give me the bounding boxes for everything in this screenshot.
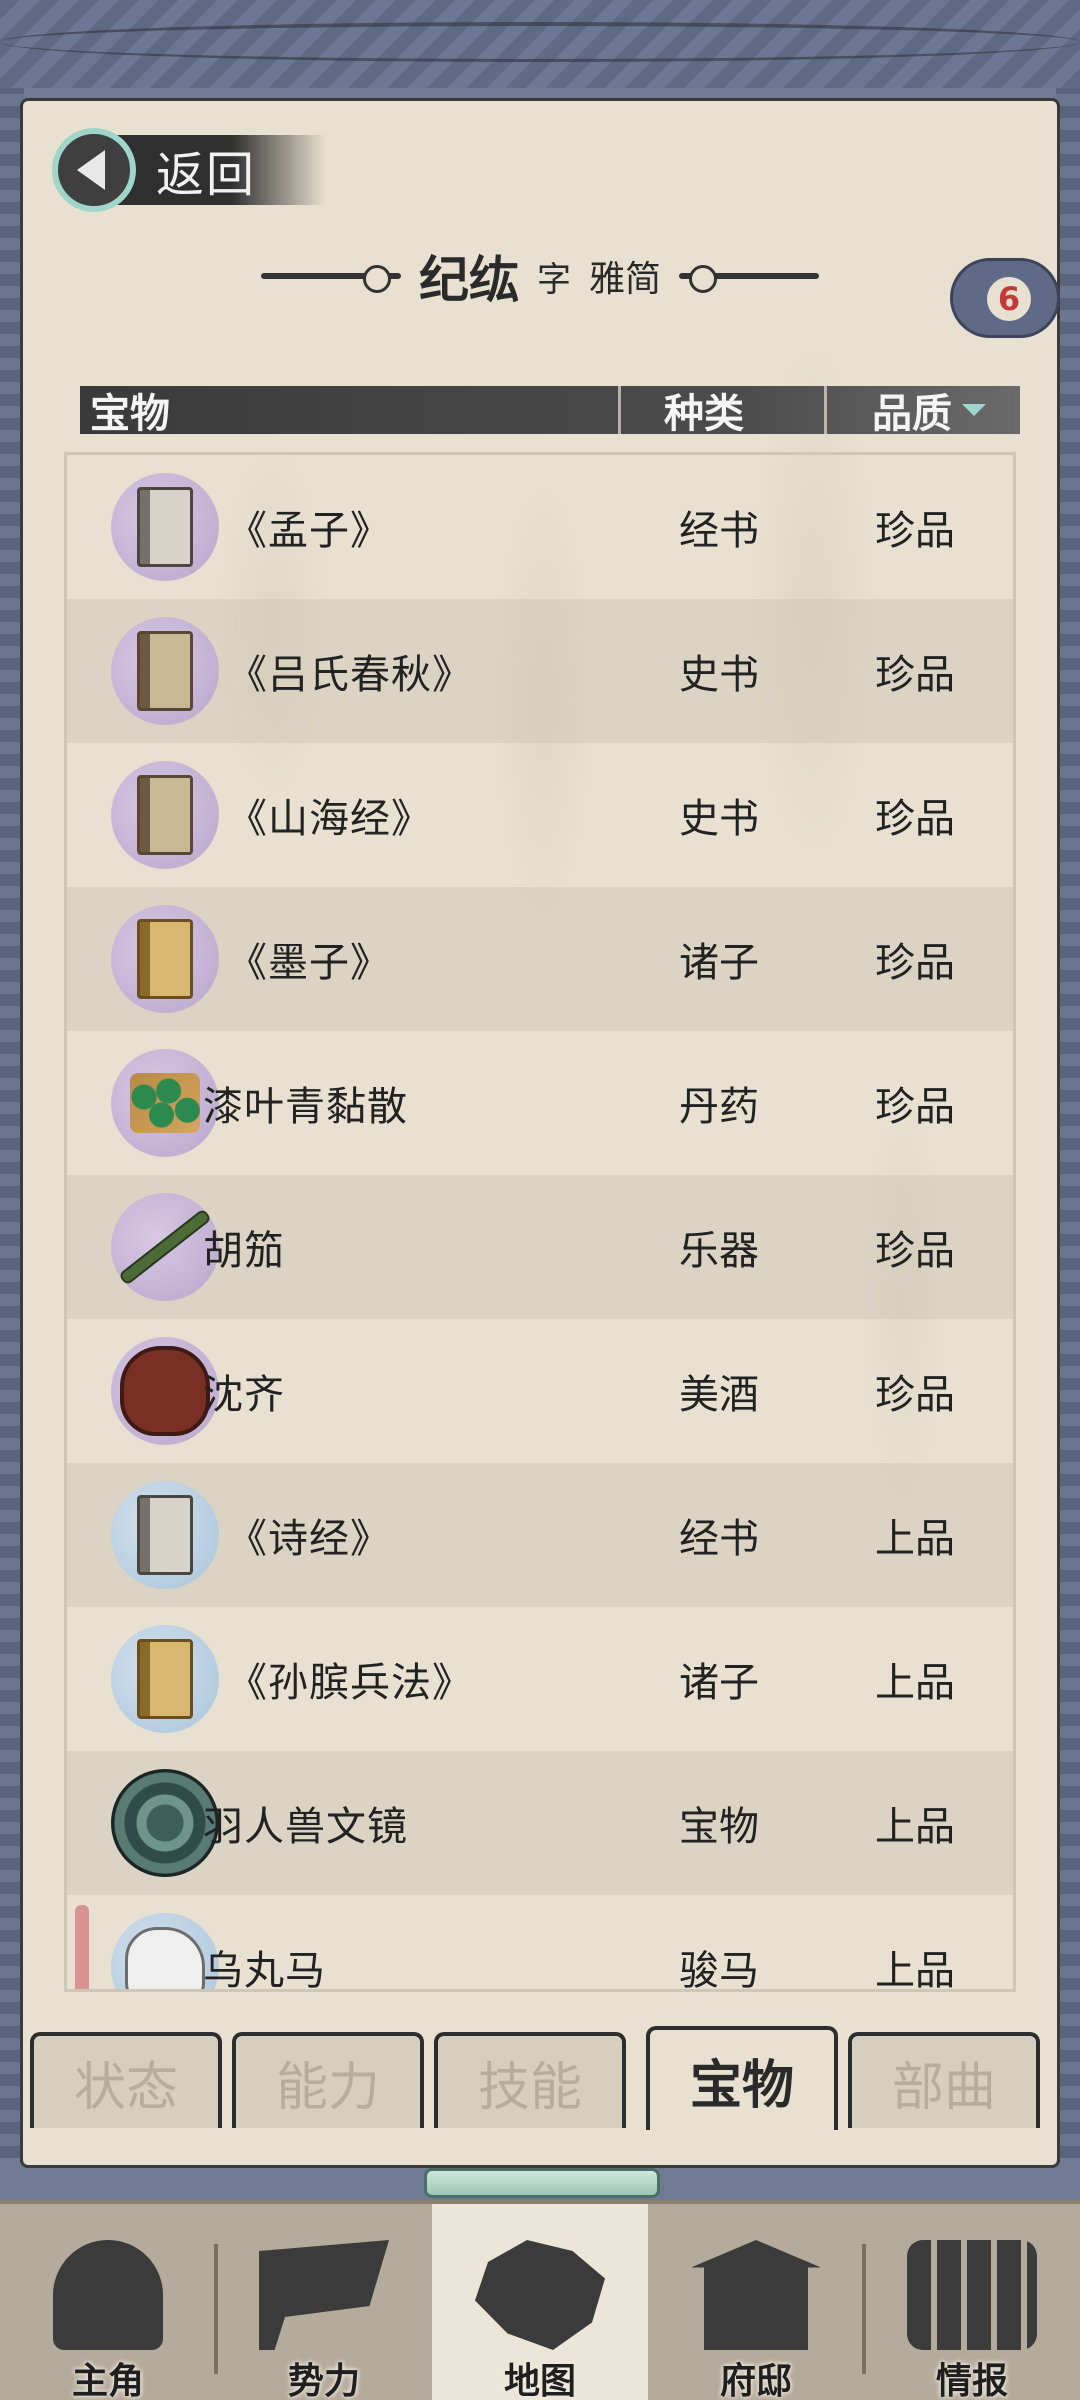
list-item[interactable]: 乌丸马 骏马 上品 <box>67 1895 1013 1992</box>
item-kind: 骏马 <box>679 1948 759 1992</box>
item-kind: 经书 <box>679 508 759 554</box>
column-header-name: 宝物 <box>90 391 170 437</box>
list-item[interactable]: 沈齐 美酒 珍品 <box>67 1319 1013 1463</box>
list-item[interactable]: 《墨子》 诸子 珍品 <box>67 887 1013 1031</box>
list-item[interactable]: 《孙膑兵法》 诸子 上品 <box>67 1607 1013 1751</box>
vine-ornament <box>0 22 1080 62</box>
list-item[interactable]: 胡笳 乐器 珍品 <box>67 1175 1013 1319</box>
item-quality: 上品 <box>875 1948 955 1992</box>
list-item[interactable]: 羽人兽文镜 宝物 上品 <box>67 1751 1013 1895</box>
scroll-icon <box>907 2240 1037 2350</box>
item-name: 羽人兽文镜 <box>203 1804 408 1850</box>
item-name: 《吕氏春秋》 <box>227 652 473 698</box>
item-kind: 史书 <box>679 796 759 842</box>
book-yellow-icon <box>111 1625 219 1733</box>
book-yellow-icon <box>111 905 219 1013</box>
nav-map[interactable]: 地图 <box>432 2204 648 2400</box>
item-kind: 乐器 <box>679 1228 759 1274</box>
item-name: 《孙膑兵法》 <box>227 1660 473 1706</box>
treasure-list[interactable]: 《孟子》 经书 珍品 《吕氏春秋》 史书 珍品 《山海经》 史书 珍品 《墨子》… <box>64 452 1016 1992</box>
item-name: 乌丸马 <box>203 1948 326 1992</box>
list-item[interactable]: 《吕氏春秋》 史书 珍品 <box>67 599 1013 743</box>
item-kind: 经书 <box>679 1516 759 1562</box>
list-item[interactable]: 《诗经》 经书 上品 <box>67 1463 1013 1607</box>
style-name: 雅简 <box>588 259 661 300</box>
item-quality: 珍品 <box>875 1228 955 1274</box>
zi-label: 字 <box>536 259 571 300</box>
item-kind: 诸子 <box>679 1660 759 1706</box>
book-grey-icon <box>111 473 219 581</box>
map-icon <box>475 2240 605 2350</box>
tab-ability[interactable]: 能力 <box>232 2032 424 2128</box>
item-kind: 诸子 <box>679 940 759 986</box>
header-divider <box>824 386 827 434</box>
back-button[interactable]: 返回 <box>52 128 352 212</box>
nav-hero[interactable]: 主角 <box>0 2204 216 2400</box>
tab-troops[interactable]: 部曲 <box>848 2032 1040 2128</box>
cloud-badge[interactable]: 6 <box>950 258 1060 338</box>
item-name: 《墨子》 <box>227 940 391 986</box>
item-kind: 史书 <box>679 652 759 698</box>
book-brown-icon <box>111 761 219 869</box>
sub-tab-bar: 状态 能力 技能 宝物 部曲 <box>30 2026 1050 2132</box>
nav-faction[interactable]: 势力 <box>216 2204 432 2400</box>
character-title: 纪纮 字 雅简 <box>240 236 840 316</box>
list-item[interactable]: 《孟子》 经书 珍品 <box>67 455 1013 599</box>
nav-intel[interactable]: 情报 <box>864 2204 1080 2400</box>
list-item[interactable]: 《山海经》 史书 珍品 <box>67 743 1013 887</box>
top-decorative-band <box>0 0 1080 88</box>
item-name: 《诗经》 <box>227 1516 391 1562</box>
item-quality: 珍品 <box>875 940 955 986</box>
item-quality: 珍品 <box>875 1372 955 1418</box>
item-quality: 珍品 <box>875 508 955 554</box>
back-label: 返回 <box>156 147 257 203</box>
tab-skills[interactable]: 技能 <box>434 2032 626 2128</box>
table-header: 宝物 种类 品质 <box>80 386 1020 437</box>
item-name: 沈齐 <box>203 1372 285 1418</box>
tab-status[interactable]: 状态 <box>30 2032 222 2128</box>
item-quality: 上品 <box>875 1516 955 1562</box>
item-quality: 上品 <box>875 1804 955 1850</box>
right-ornament-icon <box>679 265 819 293</box>
back-label-banner[interactable]: 返回 <box>116 135 327 205</box>
item-quality: 上品 <box>875 1660 955 1706</box>
column-header-quality[interactable]: 品质 <box>872 381 986 439</box>
item-name: 漆叶青黏散 <box>203 1084 408 1130</box>
badge-count: 6 <box>987 277 1031 321</box>
flag-icon <box>259 2240 389 2350</box>
item-quality: 珍品 <box>875 796 955 842</box>
nav-label: 势力 <box>287 2361 360 2400</box>
item-kind: 美酒 <box>679 1372 759 1418</box>
nav-label: 主角 <box>71 2361 144 2400</box>
nav-label: 府邸 <box>719 2361 792 2400</box>
tab-treasure[interactable]: 宝物 <box>646 2026 838 2130</box>
item-kind: 丹药 <box>679 1084 759 1130</box>
book-grey-icon <box>111 1481 219 1589</box>
left-ornament-icon <box>260 265 401 293</box>
item-quality: 珍品 <box>875 1084 955 1130</box>
map-scroll-ornament <box>424 2168 660 2198</box>
item-quality: 珍品 <box>875 652 955 698</box>
rarity-marker <box>75 1905 89 1989</box>
column-header-quality-label: 品质 <box>872 391 952 437</box>
list-item[interactable]: 漆叶青黏散 丹药 珍品 <box>67 1031 1013 1175</box>
hero-icon <box>53 2240 163 2350</box>
character-name: 纪纮 <box>418 251 519 309</box>
column-header-kind[interactable]: 种类 <box>664 381 744 439</box>
item-kind: 宝物 <box>679 1804 759 1850</box>
item-name: 胡笳 <box>203 1228 285 1274</box>
header-divider <box>618 386 621 434</box>
nav-mansion[interactable]: 府邸 <box>648 2204 864 2400</box>
book-brown-icon <box>111 617 219 725</box>
item-name: 《孟子》 <box>227 508 391 554</box>
back-arrow-icon[interactable] <box>52 128 136 212</box>
sort-down-icon[interactable] <box>962 404 986 416</box>
bottom-nav: 主角 势力 地图 府邸 情报 <box>0 2200 1080 2400</box>
mansion-icon <box>691 2240 821 2350</box>
item-name: 《山海经》 <box>227 796 432 842</box>
nav-label: 地图 <box>503 2361 576 2400</box>
nav-label: 情报 <box>935 2361 1008 2400</box>
